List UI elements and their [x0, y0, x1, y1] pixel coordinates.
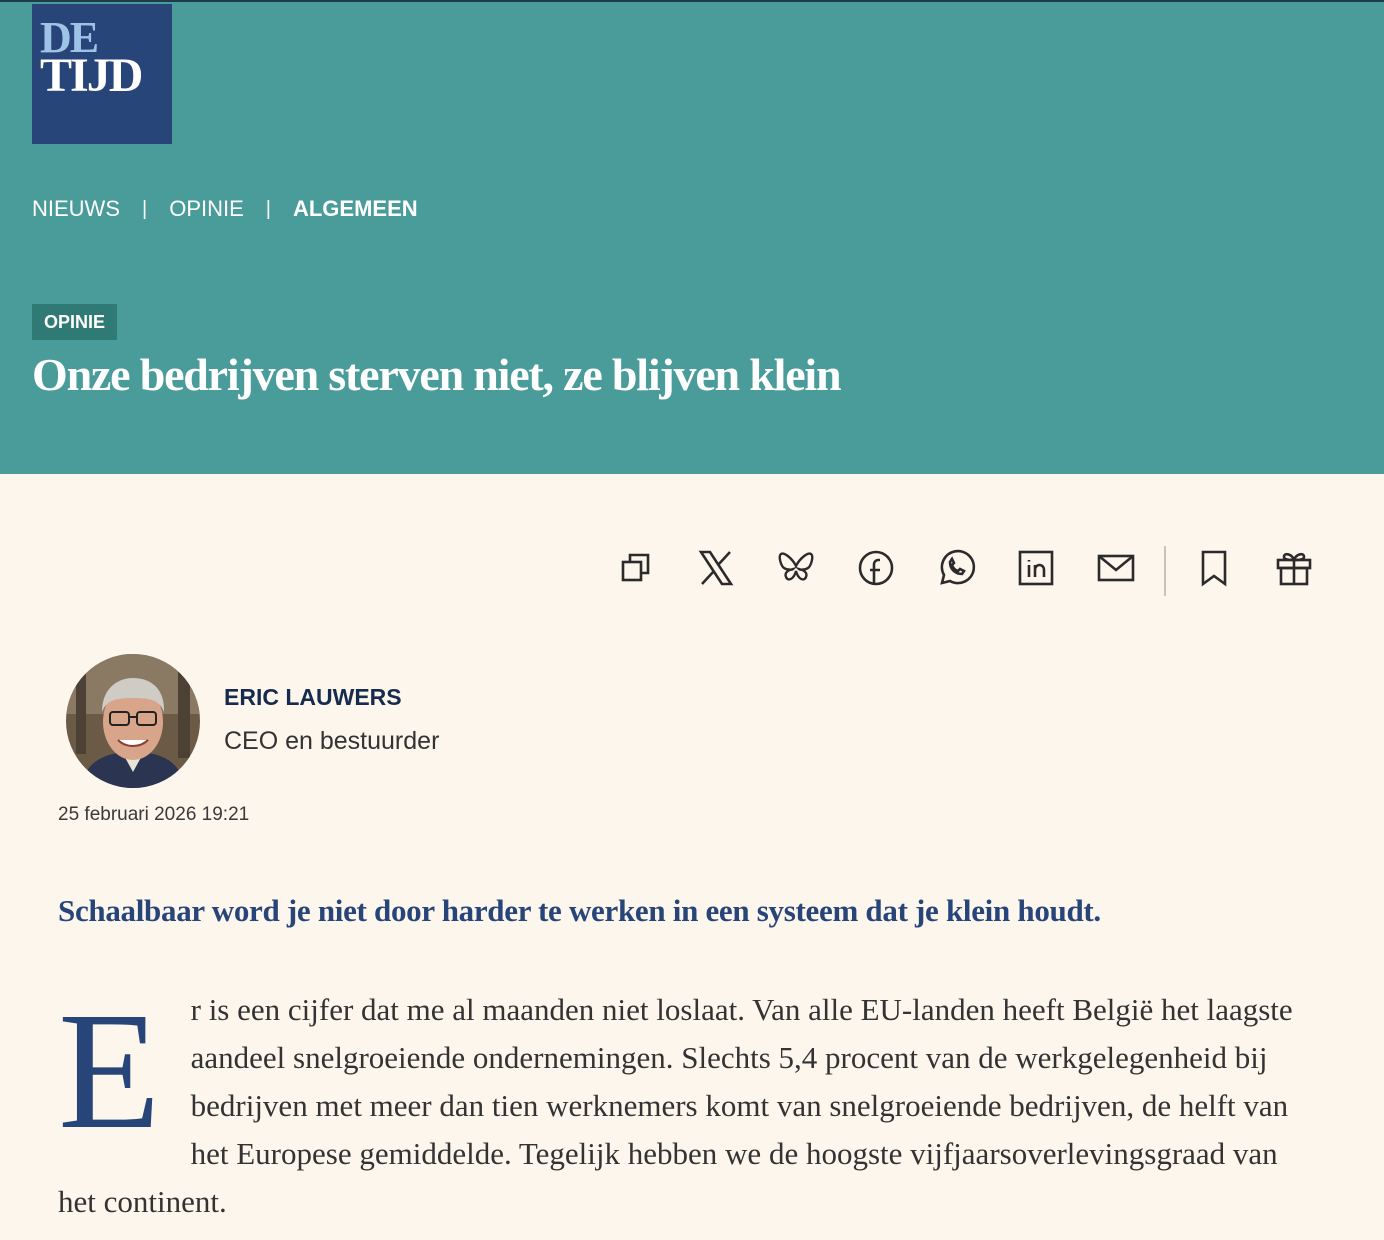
bookmark-button[interactable] [1190, 544, 1238, 592]
share-linkedin-button[interactable] [1012, 544, 1060, 592]
article-lead: Schaalbaar word je niet door harder te w… [58, 893, 1101, 928]
mail-icon [1097, 554, 1135, 582]
gift-icon [1276, 552, 1312, 586]
toolbar-divider [1164, 546, 1166, 596]
breadcrumb-nieuws[interactable]: NIEUWS [32, 196, 120, 222]
de-tijd-logo[interactable]: DE TIJD [32, 4, 172, 144]
article-body: E r is een cijfer dat me al maanden niet… [58, 986, 1314, 1226]
breadcrumb-opinie[interactable]: OPINIE [169, 196, 244, 222]
author-portrait [66, 654, 200, 788]
share-whatsapp-button[interactable] [932, 544, 980, 592]
breadcrumb: NIEUWS | OPINIE | ALGEMEEN [32, 196, 418, 222]
publish-date: 25 februari 2026 19:21 [58, 804, 250, 825]
facebook-icon [858, 550, 894, 586]
category-badge: OPINIE [32, 304, 118, 340]
share-x-button[interactable] [692, 544, 740, 592]
author-role: CEO en bestuurder [224, 727, 440, 755]
breadcrumb-separator: | [142, 197, 148, 220]
gift-article-button[interactable] [1270, 544, 1318, 592]
bookmark-icon [1201, 550, 1227, 587]
logo-line-2: TIJD [40, 49, 143, 102]
breadcrumb-algemeen[interactable]: ALGEMEEN [293, 196, 418, 222]
share-facebook-button[interactable] [852, 544, 900, 592]
author-avatar[interactable] [66, 654, 200, 788]
copy-icon [621, 553, 650, 582]
drop-cap: E [58, 978, 161, 1164]
breadcrumb-separator: | [265, 197, 271, 220]
copy-link-button[interactable] [612, 544, 660, 592]
linkedin-icon [1018, 550, 1054, 586]
bluesky-icon [778, 552, 814, 581]
share-bluesky-button[interactable] [772, 544, 820, 592]
x-icon [698, 550, 734, 586]
author-name[interactable]: ERIC LAUWERS [224, 684, 402, 711]
article-title: Onze bedrijven sterven niet, ze blijven … [32, 349, 842, 400]
whatsapp-icon [940, 549, 976, 585]
article-paragraph: r is een cijfer dat me al maanden niet l… [58, 992, 1293, 1219]
site-header: DE TIJD NIEUWS | OPINIE | ALGEMEEN OPINI… [0, 0, 1384, 474]
share-mail-button[interactable] [1092, 544, 1140, 592]
